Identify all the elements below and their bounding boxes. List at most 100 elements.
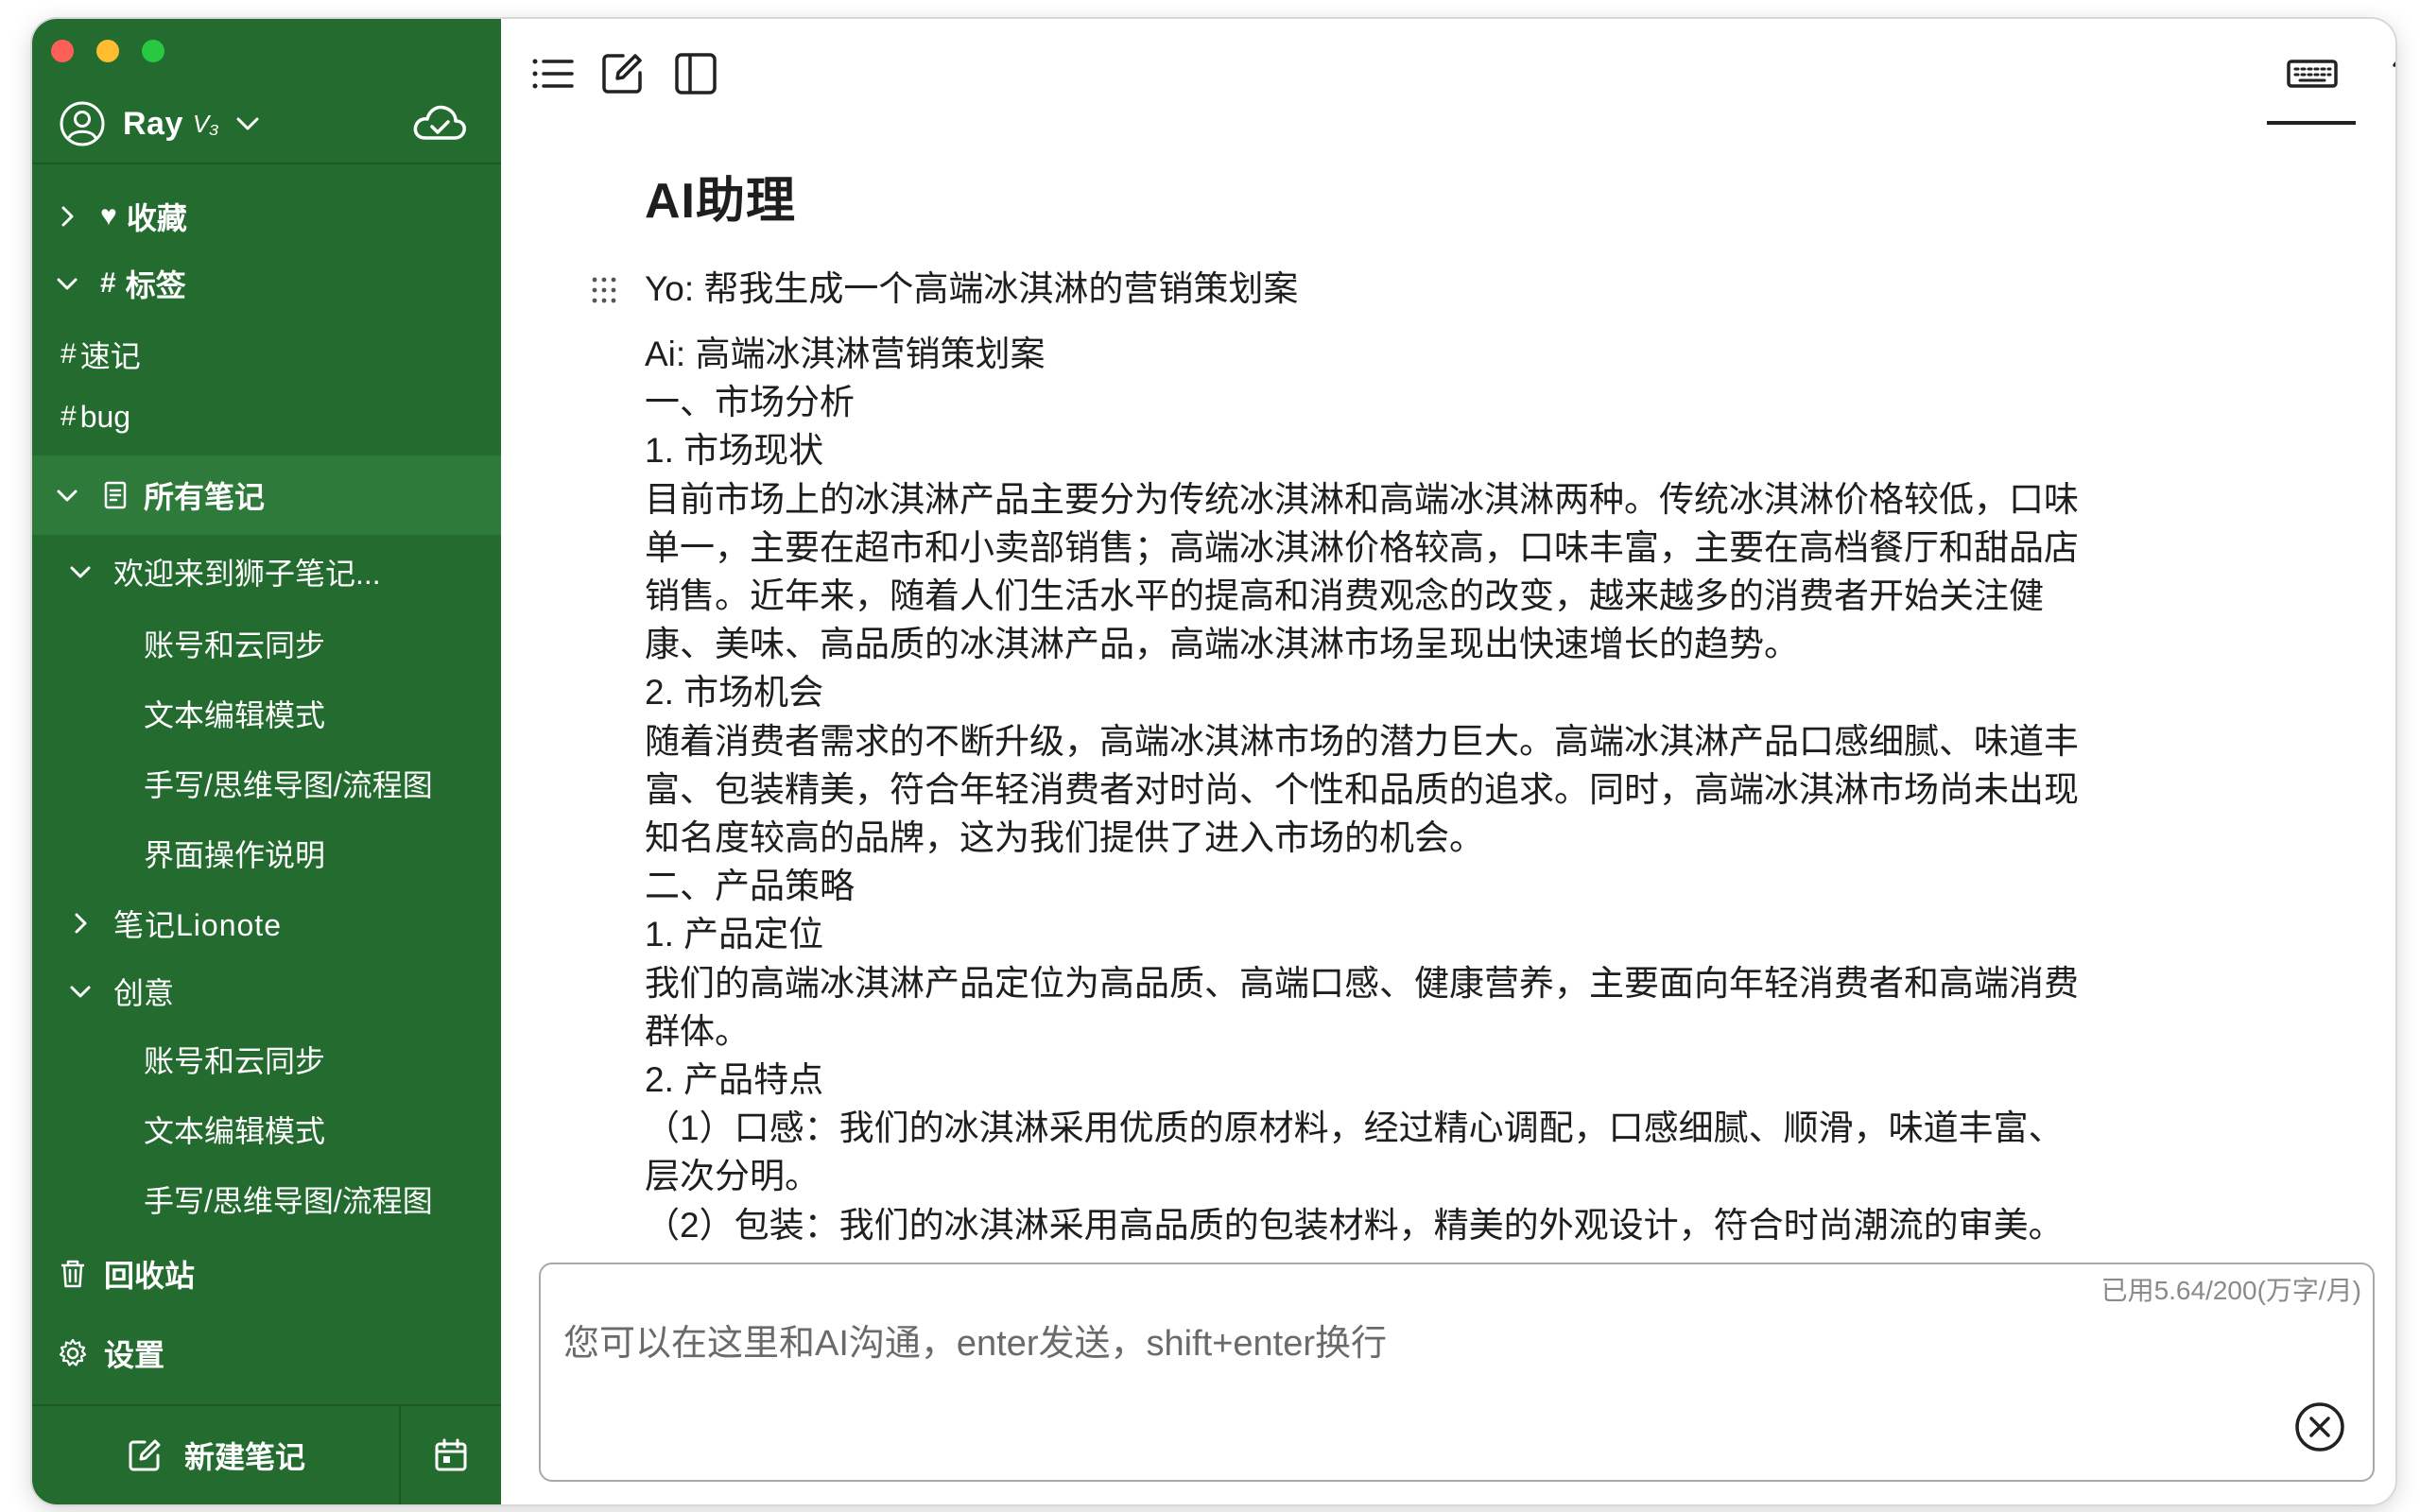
response-line: 我们的高端冰淇淋产品定位为高品质、高端口感、健康营养，主要面向年轻消费者和高端消… [645,963,2079,1003]
response-line: 富、包装精美，符合年轻消费者对时尚、个性和品质的追求。同时，高端冰淇淋市场尚未出… [645,769,2079,809]
note-document[interactable]: AI助理 Yo: 帮我生成一个高端冰淇淋的营销策划案 Ai: 高端冰淇淋营销策划… [592,161,2384,1249]
response-line: （2）包装：我们的冰淇淋采用高品质的包装材料，精美的外观设计，符合时尚潮流的审美… [645,1205,2064,1245]
chevron-down-icon [70,986,91,998]
split-panel-icon [675,53,717,94]
sidebar-item-label: 手写/思维导图/流程图 [144,768,433,802]
new-note-button[interactable]: 新建笔记 [32,1406,399,1504]
sidebar-item-label: 标签 [125,268,186,302]
question-text: Yo: 帮我生成一个高端冰淇淋的营销策划案 [645,269,1299,308]
outline-list-icon [532,59,574,89]
response-line: 康、美味、高品质的冰淇淋产品，高端冰淇淋市场呈现出快速增长的趋势。 [645,625,1799,664]
response-line: 1. 产品定位 [645,915,824,954]
sidebar-item-all-notes[interactable]: 所有笔记 [32,455,501,535]
chevron-down-icon [57,278,78,290]
sidebar-item-note[interactable]: 手写/思维导图/流程图 [32,1164,501,1234]
sidebar-item-tag-bug[interactable]: # bug [32,386,501,448]
user-avatar-icon [60,101,105,146]
usage-counter: 已用5.64/200(万字/月) [2100,1276,2361,1305]
sidebar-item-note[interactable]: 文本编辑模式 [32,1094,501,1164]
active-mode-indicator [2267,121,2356,125]
sidebar-item-label: 欢迎来到狮子笔记... [113,557,381,591]
response-line: Ai: 高端冰淇淋营销策划案 [645,335,1046,373]
editor-toolbar [501,19,2395,132]
minimize-window-button[interactable] [96,40,119,62]
close-window-button[interactable] [51,40,74,62]
sidebar-item-label: 收藏 [126,201,187,235]
calendar-button[interactable] [399,1406,501,1504]
gear-icon [59,1338,87,1366]
user-question[interactable]: Yo: 帮我生成一个高端冰淇淋的营销策划案 [592,264,2384,315]
response-line: 目前市场上的冰淇淋产品主要分为传统冰淇淋和高端冰淇淋两种。传统冰淇淋价格较低，口… [645,479,2079,519]
sidebar-item-label: 笔记Lionote [113,908,282,942]
sidebar-item-folder-welcome[interactable]: 欢迎来到狮子笔记... [32,535,501,609]
outline-list-button[interactable] [526,47,579,100]
chevron-down-icon [70,566,91,578]
handwriting-icon [2393,61,2395,67]
hashtag-icon: # [60,401,77,432]
sidebar-item-label: 创意 [113,976,175,1010]
edit-mode-button[interactable] [596,47,648,100]
keyboard-mode-button[interactable] [2283,47,2342,100]
response-line: 二、产品策略 [645,867,855,906]
user-account-menu[interactable]: Ray V₃ [59,94,482,153]
sidebar-item-note[interactable]: 界面操作说明 [32,818,501,888]
edit-icon [602,54,642,94]
response-line: 一、市场分析 [645,383,855,422]
maximize-window-button[interactable] [142,40,164,62]
toggle-sidebar-button[interactable] [669,47,722,100]
handwriting-mode-button[interactable] [2386,47,2395,100]
response-line: 1. 市场现状 [645,431,824,471]
keyboard-icon [2287,60,2338,88]
sidebar-item-label: bug [79,399,131,434]
sidebar-item-tags[interactable]: # 标签 [32,244,501,323]
new-note-icon [129,1439,161,1471]
sidebar-item-trash[interactable]: 回收站 [32,1234,501,1314]
sidebar-nav: ♥ 收藏 # 标签 # 速记 # bug 所有笔记 欢迎来到狮子笔记... 账号… [32,170,501,1393]
drag-handle-icon[interactable] [590,275,618,305]
response-line: 2. 市场机会 [645,673,824,713]
cloud-sync-icon[interactable] [410,96,469,149]
calendar-icon [435,1438,467,1471]
sidebar-item-tag-quicknote[interactable]: # 速记 [32,323,501,386]
sidebar-item-label: 速记 [79,339,141,373]
sidebar-item-label: 手写/思维导图/流程图 [144,1184,433,1218]
sidebar-item-folder-lionote[interactable]: 笔记Lionote [32,888,501,958]
sidebar-item-label: 所有笔记 [144,480,266,514]
chevron-right-icon [75,913,87,934]
sidebar-item-label: 文本编辑模式 [144,698,326,732]
response-line: 知名度较高的品牌，这为我们提供了进入市场的机会。 [645,818,1484,858]
ai-response[interactable]: Ai: 高端冰淇淋营销策划案 一、市场分析 1. 市场现状 目前市场上的冰淇淋产… [645,330,2384,1249]
chevron-down-icon [236,117,259,130]
chevron-right-icon [61,206,74,227]
ai-chat-input[interactable] [563,1306,2259,1382]
app-window: Ray V₃ ♥ 收藏 # 标签 # 速记 # bug 所有笔记 欢迎来到狮子笔… [32,19,2395,1504]
note-title[interactable]: AI助理 [645,161,2384,232]
sidebar-item-label: 回收站 [104,1259,196,1293]
editor-area: AI助理 Yo: 帮我生成一个高端冰淇淋的营销策划案 Ai: 高端冰淇淋营销策划… [501,19,2395,1504]
sidebar-item-folder-ideas[interactable]: 创意 [32,958,501,1024]
sidebar-item-note[interactable]: 账号和云同步 [32,609,501,679]
ai-chat-panel: 已用5.64/200(万字/月) [539,1263,2375,1482]
chevron-down-icon [57,490,78,502]
sidebar-footer: 新建笔记 [32,1404,501,1504]
sidebar-item-favorites[interactable]: ♥ 收藏 [32,180,501,253]
sidebar-item-label: 账号和云同步 [144,628,326,662]
hashtag-icon: # [60,338,77,369]
response-line: 随着消费者需求的不断升级，高端冰淇淋市场的潜力巨大。高端冰淇淋产品口感细腻、味道… [645,721,2079,761]
sidebar-item-label: 文本编辑模式 [144,1114,326,1148]
sidebar-item-settings[interactable]: 设置 [32,1314,501,1393]
response-line: 群体。 [645,1011,750,1051]
sidebar-item-note[interactable]: 账号和云同步 [32,1024,501,1094]
sidebar-item-label: 账号和云同步 [144,1044,326,1078]
sidebar-item-note[interactable]: 文本编辑模式 [32,679,501,748]
response-line: （1）口感：我们的冰淇淋采用优质的原材料，经过精心调配，口感细腻、顺滑，味道丰富… [645,1108,2064,1148]
response-line: 销售。近年来，随着人们生活水平的提高和消费观念的改变，越来越多的消费者开始关注健 [645,576,2044,616]
notes-icon [104,481,127,509]
hashtag-icon: # [100,267,116,299]
sidebar-item-note[interactable]: 手写/思维导图/流程图 [32,748,501,818]
heart-icon: ♥ [100,200,117,232]
close-circle-icon[interactable] [2293,1400,2346,1453]
window-controls [51,40,164,62]
response-line: 2. 产品特点 [645,1060,824,1100]
response-line: 层次分明。 [645,1157,820,1196]
